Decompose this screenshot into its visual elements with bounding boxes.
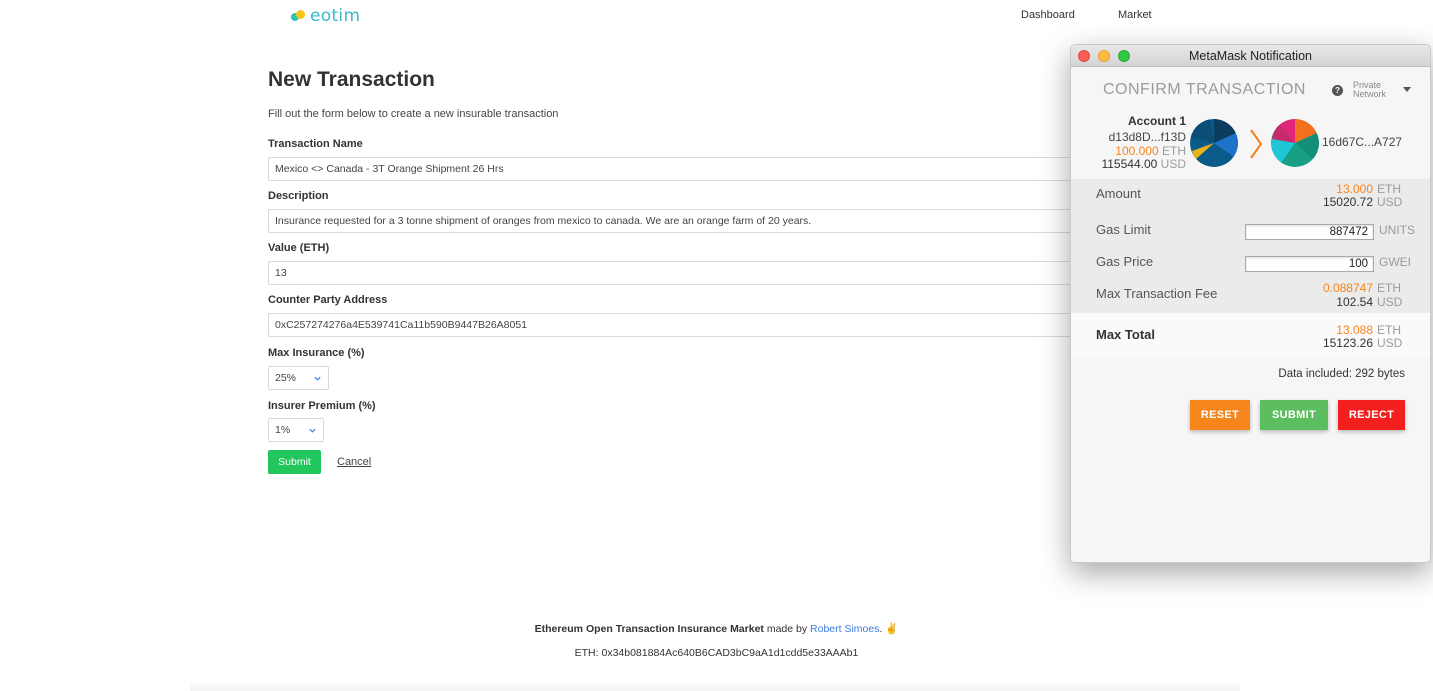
gas-limit-input[interactable]: 887472 [1245,224,1374,240]
amount-eth: 13.000 ETH [1336,182,1405,196]
amount-row: Amount 13.000 ETH 15020.72 USD [1071,179,1430,213]
description-label: Description [268,190,329,202]
to-account-address: 16d67C...A727 [1322,135,1403,149]
network-selector[interactable]: Private Network [1353,81,1386,98]
max-total-eth-unit: ETH [1377,323,1401,337]
confirm-transaction-title: CONFIRM TRANSACTION [1103,81,1306,98]
metamask-window-title: MetaMask Notification [1189,49,1312,63]
max-total-label: Max Total [1096,327,1155,342]
to-account-identicon [1271,119,1319,167]
counterparty-label: Counter Party Address [268,294,388,306]
transaction-name-input[interactable]: Mexico <> Canada - 3T Orange Shipment 26… [268,157,1088,181]
max-fee-label: Max Transaction Fee [1096,286,1218,301]
arrow-right-icon [1250,129,1263,159]
app-logo[interactable]: eotim [291,6,360,26]
value-label: Value (ETH) [268,242,330,254]
chevron-down-icon [314,376,321,381]
max-fee-usd: 102.54 USD [1336,295,1405,309]
footer-credits: Ethereum Open Transaction Insurance Mark… [0,622,1433,635]
gas-price-row: Gas Price 100 GWEI [1071,245,1430,277]
page-subtitle: Fill out the form below to create a new … [268,108,559,120]
value-input[interactable]: 13 [268,261,1088,285]
metamask-window: MetaMask Notification CONFIRM TRANSACTIO… [1070,44,1431,563]
from-eth-balance: 100.000 ETH [1115,144,1186,158]
network-label-line2: Network [1353,88,1387,99]
nav-dashboard[interactable]: Dashboard [1021,9,1075,21]
max-fee-eth-value: 0.088747 [1322,281,1373,295]
transaction-name-label: Transaction Name [268,138,363,150]
from-account-identicon [1190,119,1238,167]
amount-label: Amount [1096,186,1141,201]
caret-down-icon[interactable] [1403,87,1411,92]
max-fee-usd-value: 102.54 [1336,295,1373,309]
metamask-submit-button[interactable]: SUBMIT [1260,400,1328,430]
amount-usd-unit: USD [1377,195,1403,209]
amount-eth-value: 13.000 [1336,182,1373,196]
max-total-usd-unit: USD [1377,336,1403,350]
metamask-titlebar[interactable]: MetaMask Notification [1071,45,1430,67]
max-fee-eth-unit: ETH [1377,281,1401,295]
max-insurance-value: 25% [275,372,297,384]
victory-hand-icon: ✌ [885,623,899,635]
footer-made-by: made by [763,623,811,635]
max-fee-row: Max Transaction Fee 0.088747 ETH 102.54 US… [1071,277,1430,313]
max-insurance-select[interactable]: 25% [268,366,329,390]
gas-limit-label: Gas Limit [1096,222,1151,237]
counterparty-address-input[interactable]: 0xC257274276a4E539741Ca11b590B9447B26A80… [268,313,1088,337]
logo-icon [291,9,307,23]
insurer-premium-select[interactable]: 1% [268,418,324,442]
amount-usd: 15020.72 USD [1323,195,1405,209]
from-usd-balance: 115544.00 USD [1101,157,1186,171]
reject-button[interactable]: REJECT [1338,400,1405,430]
footer-eth-address: ETH: 0x34b081884Ac640B6CAD3bC9aA1d1cdd5e… [574,647,859,659]
reset-button[interactable]: RESET [1190,400,1250,430]
footer-app-name: Ethereum Open Transaction Insurance Mark… [534,623,764,635]
insurer-premium-label: Insurer Premium (%) [268,400,376,412]
gas-limit-unit: UNITS [1379,223,1415,237]
page-bottom-shade [190,681,1240,691]
gas-limit-row: Gas Limit 887472 UNITS [1071,213,1430,245]
from-account-address: d13d8D...f13D [1108,130,1186,144]
from-usd-balance-value: 115544.00 [1101,157,1158,171]
gas-price-unit: GWEI [1379,255,1411,269]
insurer-premium-value: 1% [275,424,291,436]
logo-text: eotim [310,6,361,26]
from-eth-unit: ETH [1162,144,1186,158]
form-submit-button[interactable]: Submit [268,450,321,474]
description-input[interactable]: Insurance requested for a 3 tonne shipme… [268,209,1088,233]
max-total-usd: 15123.26 USD [1323,336,1405,350]
amount-eth-unit: ETH [1377,182,1401,196]
max-total-usd-value: 15123.26 [1322,336,1373,350]
from-usd-unit: USD [1160,157,1186,171]
chevron-down-icon [309,428,316,433]
gas-price-label: Gas Price [1096,254,1154,269]
from-account-name: Account 1 [1127,114,1186,128]
gas-price-input[interactable]: 100 [1245,256,1374,272]
from-eth-balance-value: 100.000 [1115,144,1159,158]
max-fee-eth: 0.088747 ETH [1323,281,1405,295]
form-cancel-link[interactable]: Cancel [337,456,371,468]
max-total-row: Max Total 13.088 ETH 15123.26 USD [1071,313,1430,358]
max-total-eth-value: 13.088 [1336,323,1373,337]
footer-author-link[interactable]: Robert Simoes [810,623,879,635]
data-included-text: Data included: 292 bytes [1278,368,1405,380]
page-title: New Transaction [268,68,435,91]
nav-market[interactable]: Market [1118,9,1152,21]
help-icon[interactable]: ? [1332,85,1343,96]
amount-usd-value: 15020.72 [1322,195,1373,209]
max-total-eth: 13.088 ETH [1336,323,1405,337]
max-insurance-label: Max Insurance (%) [268,347,365,359]
max-fee-usd-unit: USD [1377,295,1403,309]
